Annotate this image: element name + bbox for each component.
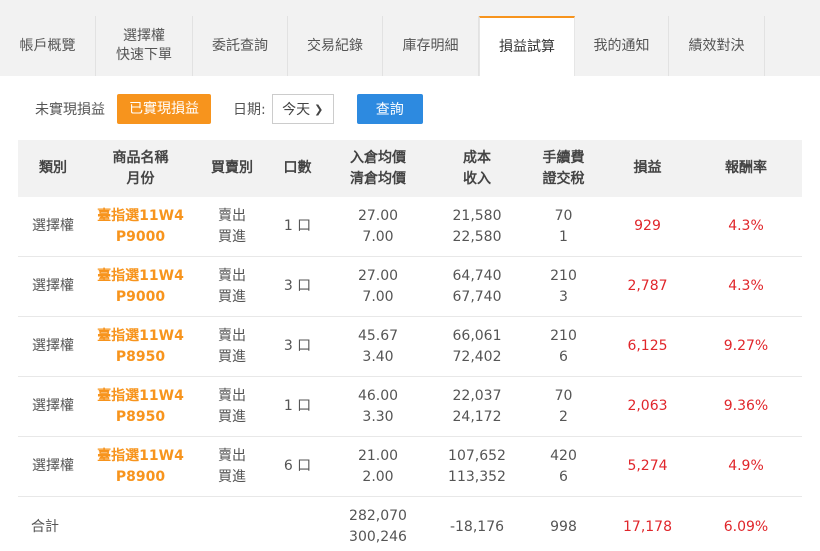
row-product-link[interactable]: 臺指選11W4 P9000 — [88, 206, 193, 248]
row-cost-income: 22,037 24,172 — [452, 387, 502, 425]
table-row: 選擇權 臺指選11W4 P8900 賣出 買進 6 口 21.00 2.00 1… — [18, 437, 802, 497]
tab-my-notifications[interactable]: 我的通知 — [575, 16, 669, 76]
header-pnl: 損益 — [633, 160, 662, 176]
row-prices: 27.00 7.00 — [357, 207, 399, 245]
header-fee-tax: 手續費 證交稅 — [542, 149, 585, 187]
pnl-table: 類別 商品名稱 月份 買賣別 口數 入倉均價 清倉均價 成本 收入 手續費 證交… — [18, 140, 802, 551]
row-prices: 27.00 7.00 — [357, 267, 399, 305]
row-prices: 46.00 3.30 — [357, 387, 399, 425]
filter-row: 未實現損益 已實現損益 日期: 今天 ❯ 查詢 — [0, 94, 820, 124]
row-return: 4.3% — [728, 278, 764, 294]
row-category: 選擇權 — [32, 218, 74, 234]
row-product-link[interactable]: 臺指選11W4 P8900 — [88, 446, 193, 488]
row-category: 選擇權 — [32, 338, 74, 354]
chevron-down-icon: ❯ — [314, 102, 324, 116]
row-lots: 3 口 — [283, 278, 312, 294]
tab-options-quick-order[interactable]: 選擇權 快速下單 — [96, 16, 193, 76]
row-prices: 21.00 2.00 — [357, 447, 399, 485]
unrealized-pnl-toggle[interactable]: 未實現損益 — [35, 99, 105, 119]
row-fee-tax: 210 6 — [550, 327, 577, 365]
row-cost-income: 66,061 72,402 — [452, 327, 502, 365]
total-cost-income: 282,070 300,246 — [349, 508, 407, 545]
row-pnl: 2,787 — [627, 278, 668, 294]
realized-pnl-toggle[interactable]: 已實現損益 — [117, 94, 211, 124]
tab-account-overview[interactable]: 帳戶概覽 — [0, 16, 96, 76]
row-pnl: 2,063 — [627, 398, 668, 414]
tab-inventory-details[interactable]: 庫存明細 — [383, 16, 479, 76]
row-side: 賣出 買進 — [218, 447, 246, 485]
total-fee: 998 — [550, 518, 577, 535]
table-row: 選擇權 臺指選11W4 P9000 賣出 買進 3 口 27.00 7.00 6… — [18, 257, 802, 317]
row-category: 選擇權 — [32, 458, 74, 474]
row-pnl: 929 — [634, 218, 661, 234]
row-product-link[interactable]: 臺指選11W4 P8950 — [88, 326, 193, 368]
row-return: 9.27% — [723, 338, 769, 354]
row-cost-income: 107,652 113,352 — [448, 447, 506, 485]
query-button[interactable]: 查詢 — [356, 94, 423, 124]
tab-trade-records[interactable]: 交易紀錄 — [288, 16, 383, 76]
tab-pnl-calculation[interactable]: 損益試算 — [479, 16, 575, 76]
header-return: 報酬率 — [725, 160, 767, 176]
row-product-link[interactable]: 臺指選11W4 P9000 — [88, 266, 193, 308]
row-lots: 1 口 — [283, 398, 312, 414]
row-fee-tax: 420 6 — [550, 447, 577, 485]
row-pnl: 5,274 — [627, 458, 668, 474]
table-header: 類別 商品名稱 月份 買賣別 口數 入倉均價 清倉均價 成本 收入 手續費 證交… — [18, 140, 802, 197]
header-cost-income: 成本 收入 — [463, 149, 491, 187]
row-side: 賣出 買進 — [218, 387, 246, 425]
pnl-panel: 未實現損益 已實現損益 日期: 今天 ❯ 查詢 類別 商品名稱 月份 買賣別 口… — [0, 76, 820, 551]
header-category: 類別 — [39, 160, 67, 176]
tab-order-query[interactable]: 委託查詢 — [193, 16, 288, 76]
row-fee-tax: 70 1 — [554, 207, 573, 245]
total-pnl: 17,178 — [623, 518, 672, 535]
date-select-value: 今天 — [282, 102, 311, 118]
row-product-link[interactable]: 臺指選11W4 P8950 — [88, 386, 193, 428]
header-lots: 口數 — [283, 160, 312, 176]
row-return: 9.36% — [723, 398, 769, 414]
row-side: 賣出 買進 — [218, 327, 246, 365]
tab-performance-battle[interactable]: 績效對決 — [669, 16, 765, 76]
row-side: 賣出 買進 — [218, 267, 246, 305]
total-net: -18,176 — [449, 518, 505, 535]
table-row: 選擇權 臺指選11W4 P9000 賣出 買進 1 口 27.00 7.00 2… — [18, 197, 802, 257]
row-cost-income: 21,580 22,580 — [452, 207, 502, 245]
row-lots: 1 口 — [283, 218, 312, 234]
row-side: 賣出 買進 — [218, 207, 246, 245]
header-prices: 入倉均價 清倉均價 — [350, 149, 406, 187]
total-label: 合計 — [31, 518, 59, 535]
row-fee-tax: 210 3 — [550, 267, 577, 305]
table-row: 選擇權 臺指選11W4 P8950 賣出 買進 1 口 46.00 3.30 2… — [18, 377, 802, 437]
row-lots: 3 口 — [283, 338, 312, 354]
row-category: 選擇權 — [32, 398, 74, 414]
total-row: 合計 282,070 300,246 -18,176 998 17,178 6.… — [18, 497, 802, 551]
date-select[interactable]: 今天 ❯ — [271, 94, 334, 124]
tab-bar: 帳戶概覽 選擇權 快速下單 委託查詢 交易紀錄 庫存明細 損益試算 我的通知 績… — [0, 16, 820, 76]
row-return: 4.9% — [728, 458, 764, 474]
table-row: 選擇權 臺指選11W4 P8950 賣出 買進 3 口 45.67 3.40 6… — [18, 317, 802, 377]
date-label: 日期: — [233, 102, 266, 118]
row-lots: 6 口 — [283, 458, 312, 474]
header-side: 買賣別 — [211, 160, 253, 176]
row-fee-tax: 70 2 — [554, 387, 573, 425]
row-prices: 45.67 3.40 — [357, 327, 399, 365]
row-return: 4.3% — [728, 218, 764, 234]
row-category: 選擇權 — [32, 278, 74, 294]
row-cost-income: 64,740 67,740 — [452, 267, 502, 305]
header-product: 商品名稱 月份 — [112, 149, 169, 187]
total-return: 6.09% — [723, 518, 769, 535]
row-pnl: 6,125 — [627, 338, 668, 354]
